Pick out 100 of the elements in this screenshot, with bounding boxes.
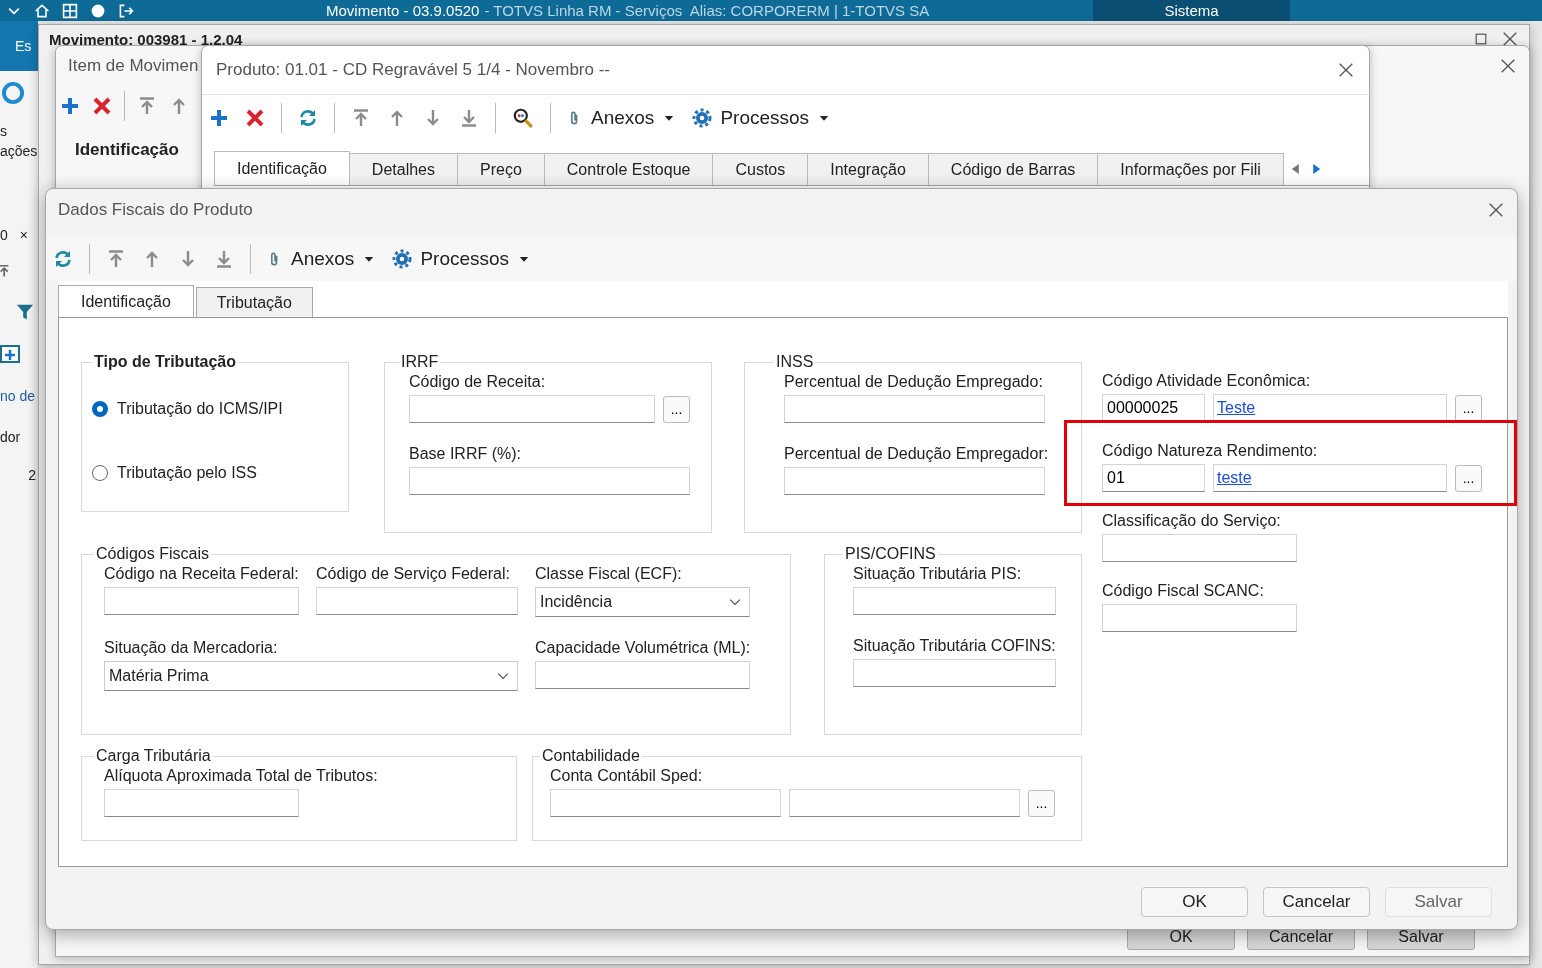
section-tab[interactable]: Sistema — [1093, 0, 1290, 21]
window-title: Movimento - 03.9.0520 — [326, 2, 480, 19]
lookup-button[interactable]: ... — [1455, 464, 1482, 492]
move-last-icon[interactable] — [459, 108, 479, 128]
input-field[interactable] — [409, 395, 655, 423]
field-label: Percentual de Dedução Empregador: — [784, 445, 1045, 463]
input-field[interactable] — [104, 587, 299, 615]
input-field[interactable] — [784, 467, 1045, 495]
input-field[interactable] — [316, 587, 518, 615]
section-title: Identificação — [74, 139, 180, 160]
dialog-button[interactable]: Cancelar — [1263, 887, 1370, 917]
field-label: Situação Tributária PIS: — [853, 565, 1023, 583]
close-icon[interactable] — [1499, 57, 1517, 75]
input-field[interactable] — [784, 395, 1045, 423]
menu-button[interactable]: Anexos — [267, 248, 377, 270]
move-first-icon[interactable] — [351, 108, 371, 128]
ribbon-label: Es — [15, 38, 32, 54]
field-label: Código na Receita Federal: — [104, 565, 299, 583]
window-title: Produto: 01.01 - CD Regravável 5 1/4 - Novembro -- — [216, 60, 611, 80]
field-label: Código Natureza Rendimento: — [1102, 442, 1319, 460]
exit-icon[interactable] — [118, 2, 134, 19]
search-icon[interactable] — [512, 107, 534, 129]
filter-icon[interactable] — [16, 303, 34, 321]
link-field[interactable]: Teste — [1213, 394, 1447, 422]
lookup-button[interactable]: ... — [1455, 394, 1482, 422]
group-title: PIS/COFINS — [844, 545, 937, 563]
field-label: Situação da Mercadoria: — [104, 639, 279, 657]
move-last-icon[interactable] — [214, 249, 234, 269]
maximize-icon[interactable] — [1473, 31, 1489, 47]
input-field[interactable] — [1102, 604, 1297, 632]
close-icon[interactable] — [1337, 61, 1355, 79]
delete-icon[interactable] — [245, 108, 265, 128]
tab[interactable]: Custos — [712, 153, 809, 185]
field-label: Alíquota Aproximada Total de Tributos: — [104, 767, 379, 785]
tab-close[interactable]: × — [19, 227, 28, 243]
input-field[interactable] — [104, 789, 299, 817]
close-icon[interactable] — [1501, 30, 1519, 48]
group-title: IRRF — [400, 353, 440, 371]
dialog-title: Dados Fiscais do Produto — [58, 200, 254, 220]
group-title: Carga Tributária — [95, 747, 212, 765]
tab[interactable]: Controle Estoque — [543, 153, 714, 185]
field-label: Classe Fiscal (ECF): — [535, 565, 683, 583]
delete-icon[interactable] — [92, 96, 112, 116]
gear-icon — [392, 249, 413, 269]
menu-button[interactable]: Anexos — [567, 107, 677, 129]
input-field[interactable] — [853, 659, 1056, 687]
refresh-icon[interactable] — [53, 249, 73, 269]
tab[interactable]: Informações por Fili — [1097, 153, 1284, 185]
tab-label[interactable]: 0 — [0, 227, 8, 243]
column-header: dor — [0, 429, 21, 445]
ribbon-label: s — [0, 123, 7, 139]
group-title: INSS — [775, 353, 815, 371]
group-title: Contabilidade — [541, 747, 641, 765]
lookup-button[interactable]: ... — [1028, 789, 1055, 817]
grid-icon[interactable] — [62, 2, 78, 19]
tab[interactable]: Identificação — [214, 151, 350, 185]
input-field[interactable] — [550, 789, 781, 817]
move-first-icon[interactable] — [106, 249, 126, 269]
input-field[interactable]: 00000025 — [1102, 394, 1205, 422]
tab[interactable]: Tributação — [195, 287, 313, 317]
field-label: Capacidade Volumétrica (ML): — [535, 639, 750, 657]
link-field[interactable]: teste — [1213, 464, 1447, 492]
refresh-icon[interactable] — [298, 108, 318, 128]
add-icon[interactable] — [209, 108, 229, 128]
dialog-button[interactable]: OK — [1141, 887, 1248, 917]
close-icon[interactable] — [1487, 201, 1505, 219]
input-field[interactable]: 01 — [1102, 464, 1205, 492]
input-field[interactable] — [1102, 534, 1297, 562]
field-label: Classificação do Serviço: — [1102, 512, 1282, 530]
add-icon[interactable] — [60, 96, 80, 116]
tab[interactable]: Preço — [457, 153, 545, 185]
window-title: Item de Movimen — [68, 56, 199, 76]
dropdown-field[interactable]: Incidência — [535, 587, 750, 617]
input-field[interactable] — [409, 467, 690, 495]
field-label: Código Atividade Econômica: — [1102, 372, 1312, 390]
tab[interactable]: Detalhes — [348, 153, 458, 185]
home-icon[interactable] — [34, 2, 50, 19]
field-label: Situação Tributária COFINS: — [853, 637, 1056, 655]
tab[interactable]: Código de Barras — [927, 153, 1099, 185]
input-field[interactable] — [535, 661, 750, 689]
field-label: Percentual de Dedução Empregado: — [784, 373, 1044, 391]
group-title: Códigos Fiscais — [95, 545, 210, 563]
dropdown-field[interactable]: Matéria Prima — [104, 661, 518, 691]
link-text[interactable]: no de — [0, 388, 36, 404]
menu-button[interactable]: Processos — [392, 248, 532, 270]
menu-button[interactable]: Processos — [692, 107, 832, 129]
tab[interactable]: Identificação — [58, 285, 194, 317]
input-field[interactable] — [853, 587, 1056, 615]
field-label: Conta Contábil Sped: — [550, 767, 704, 785]
radio-button[interactable] — [92, 401, 108, 417]
radio-label: Tributação pelo ISS — [117, 464, 257, 482]
table-cell: 2 — [28, 467, 36, 483]
input-field[interactable] — [789, 789, 1020, 817]
add-table-icon[interactable] — [0, 344, 20, 364]
lookup-button[interactable]: ... — [663, 395, 690, 423]
tab[interactable]: Integração — [807, 153, 929, 185]
move-first-icon[interactable] — [137, 96, 157, 116]
radio-button[interactable] — [92, 465, 108, 481]
ribbon-label: ações — [0, 143, 38, 159]
radio-label: Tributação do ICMS/IPI — [117, 400, 283, 418]
